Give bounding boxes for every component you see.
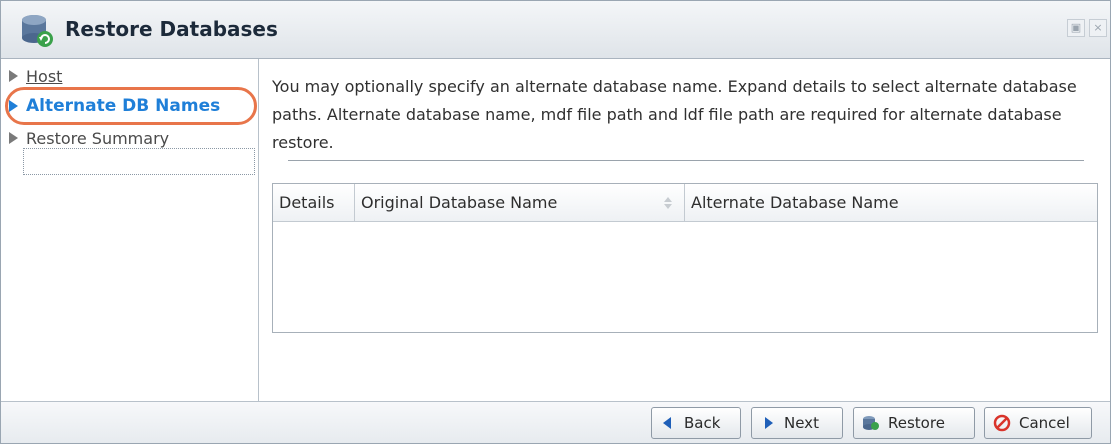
sort-icon[interactable] — [664, 195, 672, 211]
title-bar: Restore Databases ▣ × — [1, 1, 1110, 59]
divider — [288, 160, 1084, 161]
instructions-text: You may optionally specify an alternate … — [272, 77, 1077, 152]
nav-item-host[interactable]: Host — [7, 63, 62, 89]
close-button[interactable]: × — [1089, 19, 1107, 37]
cancel-button-label: Cancel — [1019, 414, 1070, 432]
grid-header: Details Original Database Name Alternate… — [273, 184, 1097, 222]
restore-button-label: Restore — [888, 414, 945, 432]
column-header-original-database-name[interactable]: Original Database Name — [355, 184, 685, 222]
back-button[interactable]: Back — [651, 407, 741, 439]
arrow-right-icon — [9, 70, 18, 82]
restore-button[interactable]: Restore — [853, 407, 975, 439]
column-header-label: Details — [279, 193, 335, 212]
nav-item-restore-summary[interactable]: Restore Summary — [7, 125, 169, 151]
main-panel: You may optionally specify an alternate … — [260, 59, 1110, 401]
column-header-details[interactable]: Details — [273, 184, 355, 222]
next-button-label: Next — [784, 414, 819, 432]
next-button[interactable]: Next — [751, 407, 843, 439]
nav-item-label: Restore Summary — [26, 128, 170, 148]
column-header-label: Original Database Name — [361, 193, 558, 212]
database-restore-icon — [22, 15, 53, 47]
database-restore-icon — [863, 416, 879, 430]
back-arrow-icon — [663, 417, 671, 429]
cancel-icon — [993, 414, 1011, 432]
restore-databases-window: Restore Databases ▣ × Host Alternate DB … — [0, 0, 1111, 444]
nav-item-label: Host — [26, 66, 63, 86]
next-arrow-icon — [765, 417, 773, 429]
arrow-right-icon — [9, 132, 18, 144]
wizard-footer: Back Next Restore Cancel — [1, 401, 1110, 443]
wizard-steps-nav: Host Alternate DB Names Restore Summary — [1, 59, 259, 401]
back-button-label: Back — [684, 414, 721, 432]
maximize-button[interactable]: ▣ — [1067, 19, 1085, 37]
column-header-label: Alternate Database Name — [691, 193, 899, 212]
alternate-names-grid: Details Original Database Name Alternate… — [272, 183, 1098, 333]
window-title: Restore Databases — [65, 17, 278, 41]
focus-outline — [23, 148, 255, 175]
cancel-button[interactable]: Cancel — [984, 407, 1092, 439]
column-header-alternate-database-name[interactable]: Alternate Database Name — [685, 184, 1097, 222]
highlight-annotation — [5, 87, 257, 125]
